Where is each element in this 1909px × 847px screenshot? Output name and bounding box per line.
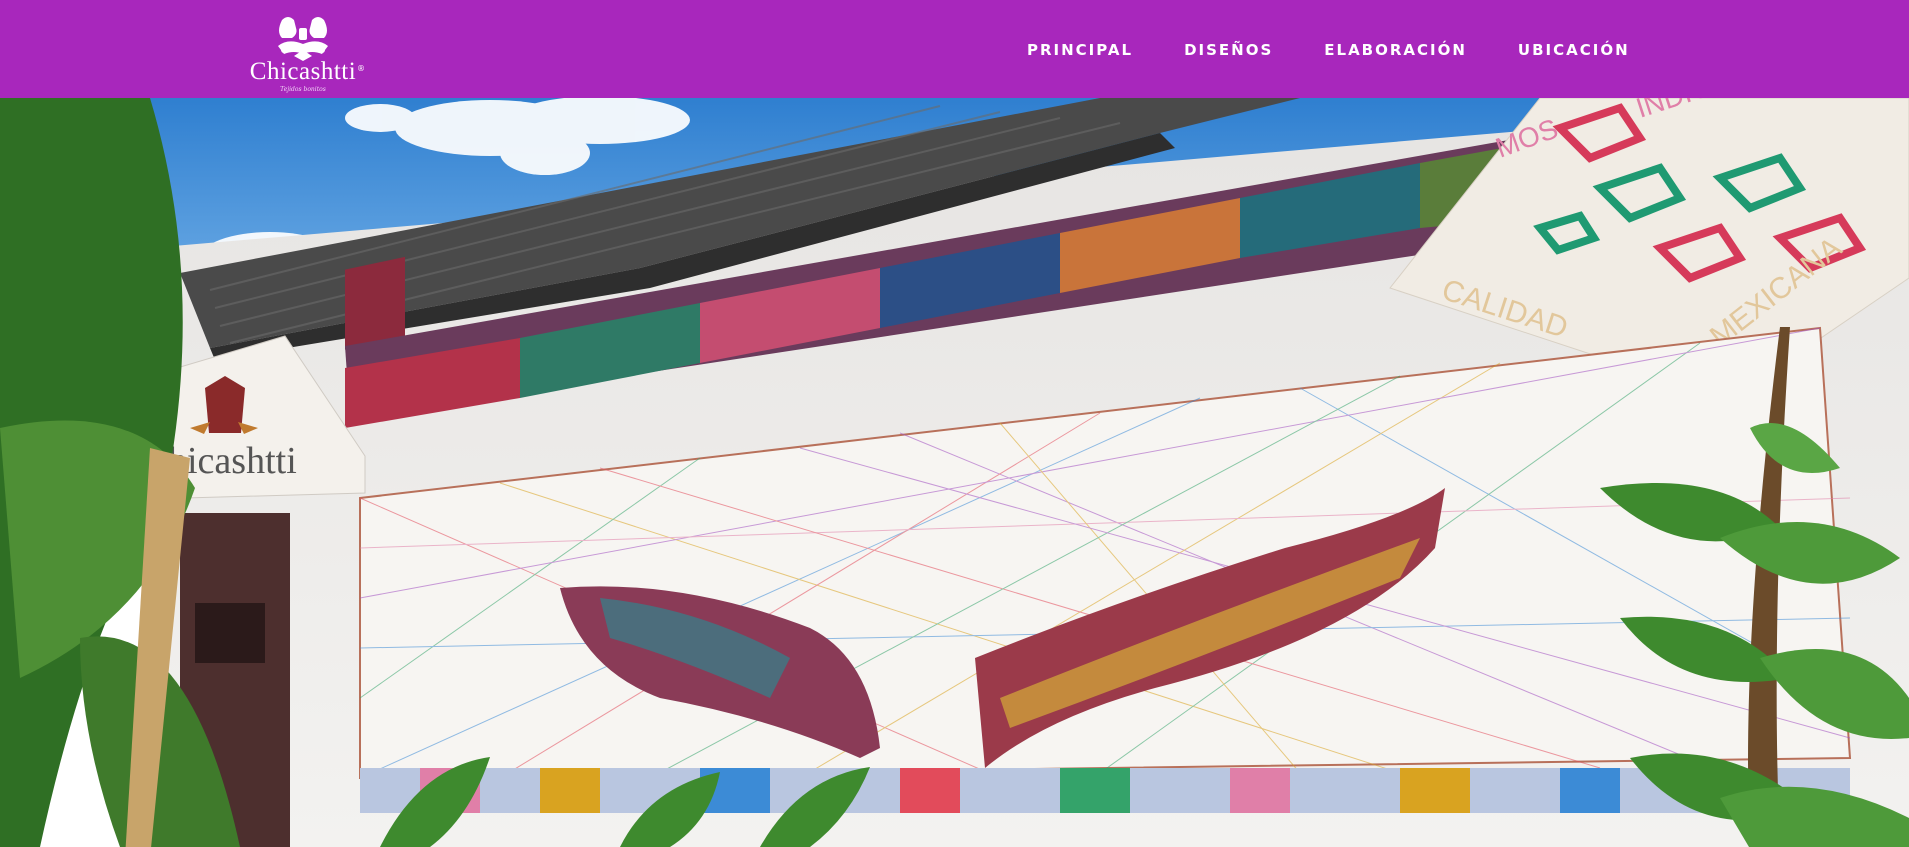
brand-logo[interactable]: Chicashtti ® Tejidos bonitos bbox=[238, 12, 368, 96]
woven-birds-logo-icon bbox=[278, 17, 328, 61]
brand-name: Chicashtti bbox=[249, 58, 357, 85]
top-navbar: Chicashtti ® Tejidos bonitos PRINCIPAL D… bbox=[0, 0, 1909, 98]
nav-item-principal[interactable]: PRINCIPAL bbox=[1027, 41, 1133, 59]
hero-image: hicashtti INDIGENAS MOS MEXICANA CALIDAD bbox=[0, 98, 1909, 847]
nav-item-ubicacion[interactable]: UBICACIÓN bbox=[1518, 41, 1630, 59]
bottom-fringe bbox=[360, 768, 1850, 813]
main-nav: PRINCIPAL DISEÑOS ELABORACIÓN UBICACIÓN bbox=[1027, 41, 1630, 59]
brand-tagline: Tejidos bonitos bbox=[280, 86, 326, 93]
nav-item-elaboracion[interactable]: ELABORACIÓN bbox=[1324, 41, 1467, 59]
brand-registered-mark: ® bbox=[357, 64, 365, 73]
storefront-photo: hicashtti INDIGENAS MOS MEXICANA CALIDAD bbox=[0, 98, 1909, 847]
nav-item-disenos[interactable]: DISEÑOS bbox=[1184, 41, 1273, 59]
